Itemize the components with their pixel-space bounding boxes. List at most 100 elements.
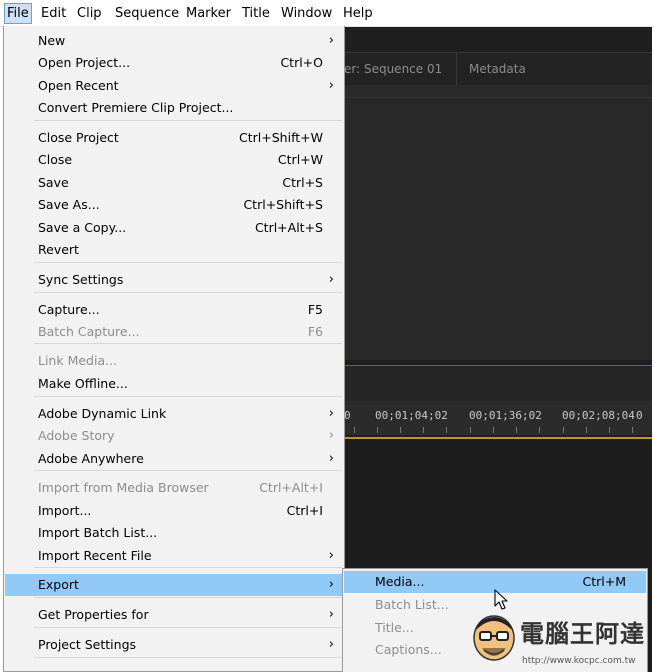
- menu-item-label: Save As...: [38, 197, 100, 212]
- menu-item-shortcut: Ctrl+W: [277, 152, 323, 167]
- menu-separator: [34, 567, 342, 568]
- menu-separator: [34, 657, 342, 658]
- menu-item-export[interactable]: Export ›: [5, 574, 343, 596]
- menu-item-label: Link Media...: [38, 353, 118, 368]
- menu-item-save-a-copy[interactable]: Save a Copy... Ctrl+Alt+S: [5, 217, 343, 239]
- menu-item-shortcut: Ctrl+O: [280, 55, 323, 70]
- chevron-right-icon: ›: [328, 428, 334, 443]
- ruler-tick: [377, 427, 378, 433]
- menu-item-make-offline[interactable]: Make Offline...: [5, 373, 343, 395]
- timecode-label: 00;01;36;02: [469, 409, 542, 422]
- menu-item-label: Import from Media Browser: [38, 480, 209, 495]
- menu-item-import[interactable]: Import... Ctrl+I: [5, 500, 343, 522]
- watermark-url: http://www.kocpc.com.tw: [522, 656, 636, 666]
- menu-item-label: Make Offline...: [38, 376, 128, 391]
- menu-separator: [34, 292, 342, 293]
- menu-item-label: Convert Premiere Clip Project...: [38, 100, 234, 115]
- menu-clip[interactable]: Clip: [74, 4, 105, 23]
- tab-source-monitor[interactable]: er: Sequence 01: [344, 53, 454, 85]
- menu-item-adobe-anywhere[interactable]: Adobe Anywhere ›: [5, 448, 343, 470]
- menu-item-label: Media...: [375, 574, 425, 589]
- chevron-right-icon: ›: [328, 406, 334, 421]
- menu-item-capture[interactable]: Capture... F5: [5, 299, 343, 321]
- ruler-tick: [400, 427, 401, 433]
- menu-item-shortcut: F6: [307, 324, 323, 339]
- menu-item-shortcut: Ctrl+I: [286, 503, 323, 518]
- chevron-right-icon: ›: [328, 78, 334, 93]
- menu-item-label: New: [38, 33, 66, 48]
- chevron-right-icon: ›: [328, 272, 334, 287]
- file-menu-dropdown: New › Open Project... Ctrl+O Open Recent › Con…: [3, 26, 345, 672]
- menu-item-open-project[interactable]: Open Project... Ctrl+O: [5, 52, 343, 74]
- chevron-right-icon: ›: [328, 451, 334, 466]
- menu-separator: [34, 396, 342, 397]
- chevron-right-icon: ›: [328, 548, 334, 563]
- menu-item-save[interactable]: Save Ctrl+S: [5, 172, 343, 194]
- menu-item-close[interactable]: Close Ctrl+W: [5, 149, 343, 171]
- panel-header-strip: [344, 85, 652, 98]
- ruler-tick: [446, 427, 447, 433]
- work-area-bar[interactable]: [344, 437, 652, 439]
- menu-item-import-recent-file[interactable]: Import Recent File ›: [5, 545, 343, 567]
- ruler-tick: [563, 427, 564, 433]
- watermark-text: 電腦王阿達: [520, 620, 645, 648]
- ruler-tick: [516, 427, 517, 433]
- chevron-right-icon: ›: [328, 607, 334, 622]
- menu-separator: [34, 262, 342, 263]
- panel-tab-bar: er: Sequence 01 Metadata: [344, 52, 652, 86]
- menu-item-new[interactable]: New ›: [5, 30, 343, 52]
- menu-sequence[interactable]: Sequence: [112, 4, 182, 23]
- menu-item-label: Open Project...: [38, 55, 131, 70]
- menu-item-close-project[interactable]: Close Project Ctrl+Shift+W: [5, 127, 343, 149]
- menu-item-label: Batch Capture...: [38, 324, 140, 339]
- menu-item-revert[interactable]: Revert: [5, 239, 343, 261]
- watermark: 電腦王阿達 http://www.kocpc.com.tw: [470, 610, 650, 670]
- chevron-right-icon: ›: [328, 33, 334, 48]
- menu-item-label: Open Recent: [38, 78, 119, 93]
- menu-separator: [34, 470, 342, 471]
- menu-item-label: Import...: [38, 503, 92, 518]
- menu-item-link-media: Link Media...: [5, 350, 343, 372]
- menu-item-label: Close: [38, 152, 73, 167]
- menu-item-label: Export: [38, 577, 79, 592]
- menu-separator: [34, 597, 342, 598]
- ruler-tick: [539, 427, 540, 433]
- chevron-right-icon: ›: [328, 577, 334, 592]
- menu-item-label: Save: [38, 175, 69, 190]
- timecode-label: 00;02;08;04: [562, 409, 635, 422]
- menu-item-label: Adobe Story: [38, 428, 115, 443]
- menu-item-open-recent[interactable]: Open Recent ›: [5, 75, 343, 97]
- menu-title[interactable]: Title: [239, 4, 273, 23]
- timecode-label: 0: [636, 409, 643, 422]
- timeline-ruler[interactable]: 0 00;01;04;02 00;01;36;02 00;02;08;04 0: [344, 401, 652, 435]
- menu-item-get-properties-for[interactable]: Get Properties for ›: [5, 604, 343, 626]
- menu-item-shortcut: Ctrl+Shift+W: [239, 130, 323, 145]
- menu-item-convert-premiere-clip-project[interactable]: Convert Premiere Clip Project...: [5, 97, 343, 119]
- menu-separator: [34, 120, 342, 121]
- menu-file[interactable]: File: [4, 3, 32, 24]
- menu-item-shortcut: Ctrl+Shift+S: [243, 197, 323, 212]
- menu-item-label: Sync Settings: [38, 272, 124, 287]
- menu-help[interactable]: Help: [340, 4, 376, 23]
- tab-metadata[interactable]: Metadata: [456, 53, 538, 85]
- menu-item-shortcut: Ctrl+Alt+I: [259, 480, 323, 495]
- menu-window[interactable]: Window: [278, 4, 335, 23]
- menu-item-project-settings[interactable]: Project Settings ›: [5, 634, 343, 656]
- menu-item-label: Project Settings: [38, 637, 137, 652]
- menu-item-sync-settings[interactable]: Sync Settings ›: [5, 269, 343, 291]
- menu-item-label: Save a Copy...: [38, 220, 127, 235]
- menu-item-adobe-story: Adobe Story ›: [5, 425, 343, 447]
- menu-edit[interactable]: Edit: [38, 4, 69, 23]
- menu-marker[interactable]: Marker: [183, 4, 234, 23]
- menu-item-adobe-dynamic-link[interactable]: Adobe Dynamic Link ›: [5, 403, 343, 425]
- menu-item-label: Adobe Anywhere: [38, 451, 144, 466]
- menu-item-label: Import Recent File: [38, 548, 152, 563]
- menu-separator: [34, 343, 342, 344]
- ruler-tick: [632, 427, 633, 433]
- menu-separator: [34, 627, 342, 628]
- menu-item-shortcut: Ctrl+S: [282, 175, 323, 190]
- menu-item-import-batch-list[interactable]: Import Batch List...: [5, 522, 343, 544]
- ruler-tick: [470, 427, 471, 433]
- menu-item-save-as[interactable]: Save As... Ctrl+Shift+S: [5, 194, 343, 216]
- chevron-right-icon: ›: [328, 637, 334, 652]
